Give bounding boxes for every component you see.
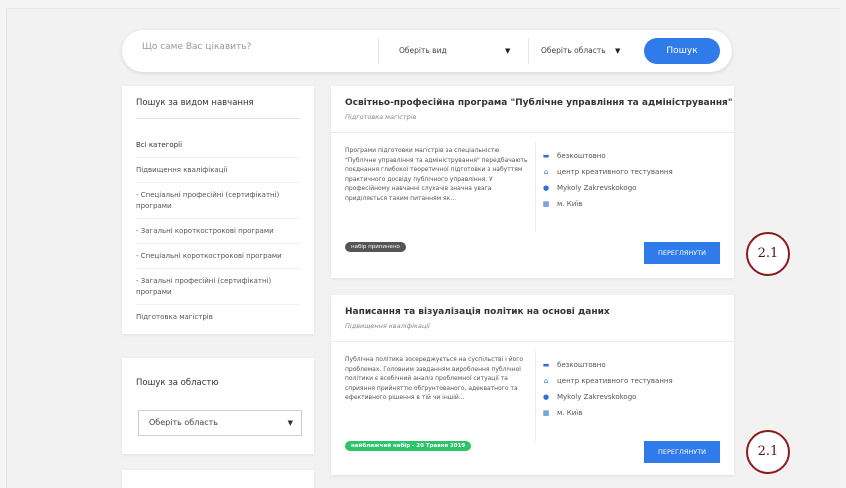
meta-center-text: центр креативного тестування [557,377,673,385]
category-masters[interactable]: Підготовка магістрів [136,305,300,329]
region-select-label: Оберіть область [541,46,606,55]
map-icon: ▦ [542,200,550,208]
sidebar-region-select-label: Оберіть область [149,418,218,427]
category-special-short[interactable]: - Спеціальні короткострокові програми [136,244,300,269]
type-filter-title: Пошук за видом навчання [136,98,254,108]
card-meta: ▬ безкоштовно ⌂ центр креативного тестуван… [541,148,673,212]
divider [535,351,536,441]
meta-city-text: м. Київ [557,200,583,208]
status-badge: набір припинено [345,242,406,252]
view-button[interactable]: ПЕРЕГЛЯНУТИ [644,242,720,264]
divider [331,132,734,133]
meta-person: ● Mykoly Zakrevskokogo [541,389,673,405]
annotation-marker: 2.1 [746,430,790,474]
meta-price: ▬ безкоштовно [541,148,673,164]
search-bar: Оберіть вид ▼ Оберіть область ▼ Пошук [122,30,732,72]
location-pin-icon: ● [542,393,550,401]
type-filter-panel: Пошук за видом навчання Всі категорії Пі… [122,86,314,334]
meta-price-text: безкоштовно [557,152,606,160]
category-general-cert[interactable]: - Загальні професійні (сертифікатні) про… [136,269,300,305]
region-filter-title: Пошук за областю [136,378,219,388]
extra-filter-panel [122,470,314,488]
meta-center: ⌂ центр креативного тестування [541,373,673,389]
next-intake-badge: найближчий набір - 20 Травня 2019 [345,441,472,451]
card-subtitle: Підвищення кваліфікації [345,322,430,330]
divider [331,341,734,342]
card-title[interactable]: Освітньо-професійна програма "Публічне у… [345,98,733,108]
category-general-short[interactable]: - Загальні короткострокові програми [136,219,300,244]
meta-person: ● Mykoly Zakrevskokogo [541,180,673,196]
type-select-label: Оберіть вид [399,46,447,55]
search-input[interactable] [142,42,372,52]
meta-city: ▦ м. Київ [541,196,673,212]
meta-person-text: Mykoly Zakrevskokogo [557,393,637,401]
card-subtitle: Підготовка магістрів [345,113,417,121]
type-select[interactable]: Оберіть вид ▼ [378,38,528,64]
view-button[interactable]: ПЕРЕГЛЯНУТИ [644,441,720,463]
category-qualification[interactable]: Підвищення кваліфікації [136,158,300,183]
meta-city-text: м. Київ [557,409,583,417]
meta-center-text: центр креативного тестування [557,168,673,176]
region-select[interactable]: Оберіть область ▼ [528,38,628,64]
sidebar-region-select[interactable]: Оберіть область ▼ [138,410,302,436]
divider [535,142,536,232]
search-button[interactable]: Пошук [644,38,720,64]
program-card: Освітньо-професійна програма "Публічне у… [331,86,734,278]
meta-center: ⌂ центр креативного тестування [541,164,673,180]
category-special-cert[interactable]: - Спеціальні професійні (сертифікатні) п… [136,183,300,219]
card-meta: ▬ безкоштовно ⌂ центр креативного тестуван… [541,357,673,421]
meta-person-text: Mykoly Zakrevskokogo [557,184,637,192]
building-icon: ⌂ [543,168,549,176]
map-icon: ▦ [542,409,550,417]
money-icon: ▬ [542,361,550,369]
region-filter-panel: Пошук за областю Оберіть область ▼ [122,358,314,454]
building-icon: ⌂ [543,377,549,385]
meta-city: ▦ м. Київ [541,405,673,421]
card-description: Публічна політика зосереджується на сусп… [345,356,524,401]
location-pin-icon: ● [542,184,550,192]
money-icon: ▬ [542,152,550,160]
dropdown-arrow-icon: ▼ [615,47,621,55]
category-list: Всі категорії Підвищення кваліфікації - … [122,119,314,329]
card-description: Програми підготовки магістрів за спеціал… [345,147,528,202]
annotation-marker: 2.1 [746,232,790,276]
category-all[interactable]: Всі категорії [136,133,300,158]
dropdown-arrow-icon: ▼ [287,419,293,427]
card-title[interactable]: Написання та візуалізація політик на осн… [345,307,610,317]
program-card: Написання та візуалізація політик на осн… [331,295,734,475]
meta-price-text: безкоштовно [557,361,606,369]
dropdown-arrow-icon: ▼ [505,47,511,55]
meta-price: ▬ безкоштовно [541,357,673,373]
